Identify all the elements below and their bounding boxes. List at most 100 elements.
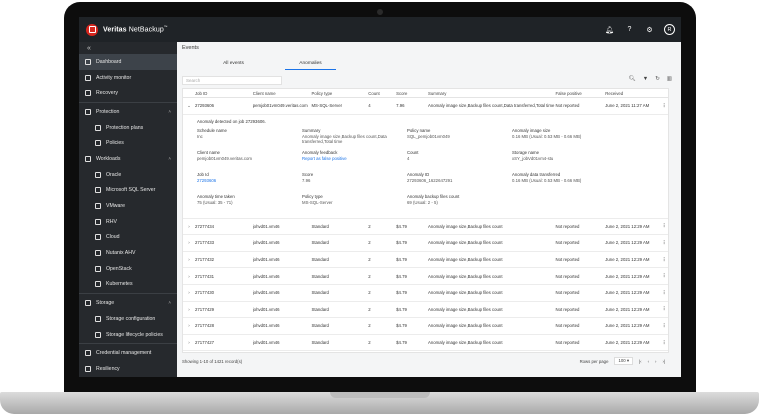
chevron-up-icon[interactable]: ˄ xyxy=(168,109,171,114)
col-count[interactable]: Count xyxy=(368,91,396,96)
openstack-icon xyxy=(95,265,101,272)
table-row[interactable]: › 27177430 johvd01.vm46 Standard 2 $4.79 Anoma… xyxy=(183,285,668,302)
chevron-up-icon[interactable]: ˄ xyxy=(168,156,171,161)
chevron-right-icon[interactable]: › xyxy=(183,323,195,328)
row-menu-icon[interactable]: ⋮ xyxy=(660,323,668,329)
sidebar-item-cloud[interactable]: Cloud xyxy=(79,230,177,246)
filter-icon[interactable]: ▼ xyxy=(643,76,648,82)
activity-icon xyxy=(85,74,91,81)
sidebar-item-label: Storage configuration xyxy=(106,315,156,322)
row-menu-icon[interactable]: ⋮ xyxy=(660,273,668,279)
next-page-icon[interactable]: › xyxy=(655,359,656,364)
detail-value: 4 xyxy=(407,155,410,161)
table-row[interactable]: › 27177428 johvd01.vm46 Standard 2 $4.79 Anoma… xyxy=(183,318,668,335)
chevron-down-icon[interactable]: ⌄ xyxy=(183,103,195,109)
row-menu-icon[interactable]: ⋮ xyxy=(660,290,668,296)
table-row[interactable]: › 27277434 johvd01.vm46 Standard 2 $4.79 Anoma… xyxy=(183,219,668,236)
sidebar-item-vmware[interactable]: VMware xyxy=(79,198,177,214)
first-page-icon[interactable]: |‹ xyxy=(639,359,642,364)
detail-label: Client name xyxy=(197,149,220,155)
chevron-right-icon[interactable]: › xyxy=(183,340,195,345)
col-received[interactable]: Received xyxy=(605,91,660,96)
col-job-id[interactable]: Job ID xyxy=(195,91,253,96)
cell-false-positive: Not reported xyxy=(555,257,580,263)
chevron-right-icon[interactable]: › xyxy=(183,257,195,262)
table-row[interactable]: › 27177427 johvd01.vm46 Standard 2 $4.79 Anoma… xyxy=(183,335,668,352)
sidebar-item-nutanix-ahv[interactable]: Nutanix AHV xyxy=(79,245,177,261)
col-policy-type[interactable]: Policy type xyxy=(311,91,368,96)
detail-field: Storage name xSY_jobVd01vm4-stu xyxy=(512,150,617,169)
rows-per-page-select[interactable]: 100 ▾ xyxy=(614,357,633,365)
sidebar-item-label: Resiliency xyxy=(96,365,120,372)
sidebar-item-policies[interactable]: Policies xyxy=(79,135,177,151)
collapse-sidebar-icon[interactable]: « xyxy=(79,42,177,54)
sidebar-item-storage[interactable]: Storage ˄ xyxy=(79,295,177,311)
help-icon[interactable]: ? xyxy=(624,24,635,35)
sidebar-item-activity-monitor[interactable]: Activity monitor xyxy=(79,70,177,86)
sidebar-item-storage-lifecycle-policies[interactable]: Storage lifecycle policies xyxy=(79,327,177,343)
user-avatar[interactable]: R xyxy=(664,24,675,35)
row-menu-icon[interactable]: ⋮ xyxy=(660,240,668,246)
sidebar-nav: Dashboard Activity monitor Recovery Protect… xyxy=(79,54,177,377)
search-input[interactable]: Search xyxy=(182,76,282,85)
vmware-icon xyxy=(95,203,101,210)
sidebar-item-protection[interactable]: Protection ˄ xyxy=(79,104,177,120)
sidebar-item-rhv[interactable]: RHV xyxy=(79,214,177,230)
sidebar-item-openstack[interactable]: OpenStack xyxy=(79,261,177,277)
cell-job-id: 27177427 xyxy=(194,340,215,346)
sidebar-item-recovery[interactable]: Recovery xyxy=(79,85,177,101)
last-page-icon[interactable]: ›| xyxy=(662,359,665,364)
sidebar-item-kubernetes[interactable]: Kubernetes xyxy=(79,277,177,293)
chevron-right-icon[interactable]: › xyxy=(183,240,195,245)
detail-link[interactable]: Report as false positive xyxy=(302,156,407,161)
cell-received: June 2, 2021 12:29 AM xyxy=(605,273,650,279)
sidebar-item-label: Microsoft SQL Server xyxy=(106,187,156,194)
col-client-name[interactable]: Client name xyxy=(253,91,312,96)
cell-summary: Anomaly image size,Backup files count xyxy=(428,273,503,279)
sidebar-item-credential-management[interactable]: Credential management xyxy=(79,345,177,361)
detail-link[interactable]: 27293606 xyxy=(197,178,302,183)
anomaly-details: Anomaly detected on job 27293606. Schedu… xyxy=(183,115,668,219)
columns-icon[interactable]: ▥ xyxy=(667,76,672,82)
cell-client: johvd01.vm46 xyxy=(252,306,280,312)
table-row[interactable]: ›27177426johvd01.vm46Standard2$4.79Anoma… xyxy=(183,351,668,352)
row-menu-icon[interactable]: ⋮ xyxy=(660,103,668,109)
sidebar-item-microsoft-sql-server[interactable]: Microsoft SQL Server xyxy=(79,183,177,199)
sidebar-item-workloads[interactable]: Workloads ˄ xyxy=(79,151,177,167)
sidebar-item-label: Workloads xyxy=(96,155,121,162)
search-icon[interactable]: 🔍︎ xyxy=(629,76,636,82)
row-menu-icon[interactable]: ⋮ xyxy=(660,223,668,229)
table-row[interactable]: › 27177429 johvd01.vm46 Standard 2 $4.79 Anoma… xyxy=(183,302,668,319)
tab-anomalies[interactable]: Anomalies xyxy=(285,57,336,70)
bell-icon[interactable]: 🔔︎ xyxy=(604,24,615,35)
chevron-right-icon[interactable]: › xyxy=(183,224,195,229)
details-grid: Schedule name Inc Summary Anomaly image siz… xyxy=(197,128,668,213)
sidebar-item-oracle[interactable]: Oracle xyxy=(79,167,177,183)
table-row-expanded[interactable]: ⌄ 27293606 pemjob01vm049.veritas.com MS-… xyxy=(183,98,668,115)
sidebar-item-resiliency[interactable]: Resiliency xyxy=(79,361,177,377)
table-row[interactable]: › 27177431 johvd01.vm46 Standard 2 $4.79 Anoma… xyxy=(183,268,668,285)
sidebar-item-protection-plans[interactable]: Protection plans xyxy=(79,120,177,136)
prev-page-icon[interactable]: ‹ xyxy=(648,359,649,364)
workloads-icon xyxy=(85,155,91,162)
gear-icon[interactable]: ⚙ xyxy=(644,24,655,35)
cell-false-positive: Not reported xyxy=(555,323,580,329)
row-menu-icon[interactable]: ⋮ xyxy=(660,306,668,312)
sidebar-item-storage-configuration[interactable]: Storage configuration xyxy=(79,311,177,327)
col-score[interactable]: Score xyxy=(396,91,428,96)
chevron-right-icon[interactable]: › xyxy=(183,290,195,295)
col-false-positive[interactable]: False positive xyxy=(555,91,605,96)
chevron-right-icon[interactable]: › xyxy=(183,307,195,312)
row-menu-icon[interactable]: ⋮ xyxy=(660,257,668,263)
tab-all-events[interactable]: All events xyxy=(208,57,259,70)
chevron-up-icon[interactable]: ˄ xyxy=(168,300,171,305)
detail-field: Policy type MS-SQL-Server xyxy=(302,194,407,213)
chevron-right-icon[interactable]: › xyxy=(183,274,195,279)
table-row[interactable]: › 27177432 johvd01.vm46 Standard 2 $4.79 Anoma… xyxy=(183,252,668,269)
table-row[interactable]: › 27177433 johvd01.vm46 Standard 2 $4.79 Anoma… xyxy=(183,235,668,252)
sidebar-item-dashboard[interactable]: Dashboard xyxy=(79,54,177,70)
col-summary[interactable]: Summary xyxy=(428,91,555,96)
refresh-icon[interactable]: ↻ xyxy=(655,76,660,82)
row-menu-icon[interactable]: ⋮ xyxy=(660,340,668,346)
detail-field: Client name pemjob01vm049.veritas.com xyxy=(197,150,302,169)
